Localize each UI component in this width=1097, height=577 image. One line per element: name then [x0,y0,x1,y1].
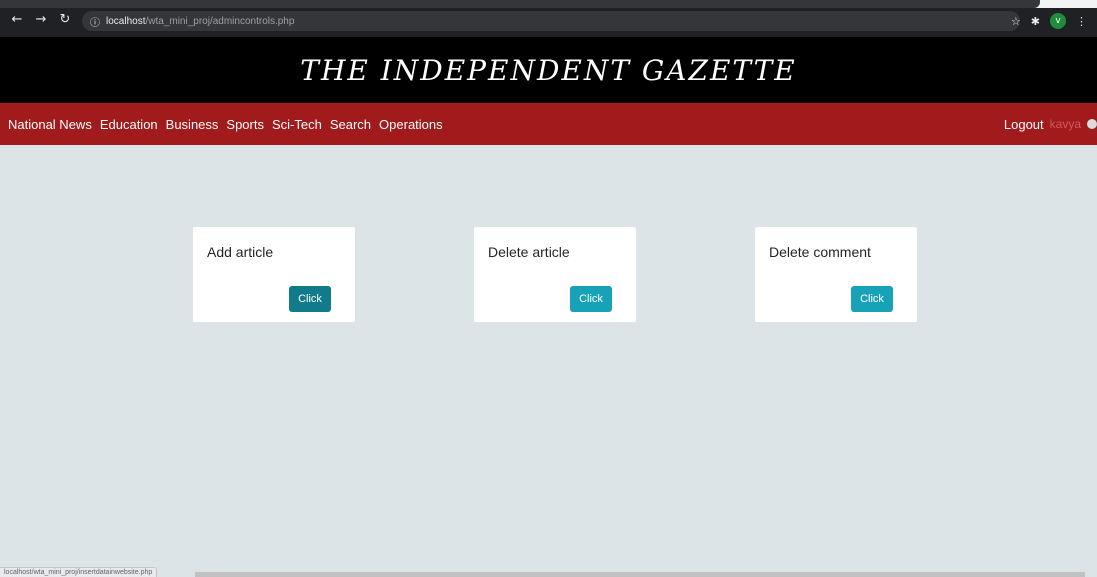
forward-icon[interactable]: → [34,13,48,27]
menu-kebab-icon[interactable]: ⋮ [1076,15,1087,28]
horizontal-scrollbar[interactable] [195,572,1085,577]
tab-strip [0,0,1097,8]
nav-item-national-news[interactable]: National News [8,117,92,132]
nav-item-education[interactable]: Education [100,117,158,132]
url-path: /wta_mini_proj/admincontrols.php [145,15,295,27]
extensions-puzzle-icon[interactable]: ✱ [1031,15,1040,28]
card-heading: Delete comment [769,244,871,260]
add-article-card: Add article Click [193,227,355,322]
delete-comment-card: Delete comment Click [755,227,917,322]
browser-actions: ☆ ✱ v ⋮ [1011,13,1087,29]
main-navbar: National News Education Business Sports … [0,103,1097,145]
username: kavya [1049,117,1081,131]
profile-avatar[interactable]: v [1050,13,1066,29]
card-heading: Add article [207,244,274,260]
address-bar[interactable]: ⓘ localhost /wta_mini_proj/admincontrols… [82,11,1020,31]
delete-comment-button[interactable]: Click [851,286,893,312]
site-title: THE INDEPENDENT GAZETTE [300,53,797,87]
delete-article-card: Delete article Click [474,227,636,322]
user-area: Logout kavya [1004,103,1097,145]
status-bar-url: localhost/wta_mini_proj/insertdatainwebs… [0,567,158,577]
site-info-icon[interactable]: ⓘ [90,14,100,29]
nav-item-search[interactable]: Search [330,117,371,132]
site-masthead: THE INDEPENDENT GAZETTE [0,37,1097,103]
nav-item-sci-tech[interactable]: Sci-Tech [272,117,322,132]
back-icon[interactable]: ← [10,13,24,27]
browser-chrome: ← → ↻ ⓘ localhost /wta_mini_proj/adminco… [0,0,1097,37]
bookmark-star-icon[interactable]: ☆ [1011,15,1021,28]
reload-icon[interactable]: ↻ [58,13,72,27]
url-host: localhost [106,15,146,27]
card-heading: Delete article [488,244,570,260]
browser-nav-buttons: ← → ↻ [10,13,72,27]
add-article-button[interactable]: Click [289,286,331,312]
nav-item-business[interactable]: Business [166,117,219,132]
nav-item-operations[interactable]: Operations [379,117,443,132]
logout-link[interactable]: Logout [1004,117,1044,132]
nav-item-sports[interactable]: Sports [226,117,264,132]
user-icon [1087,119,1097,129]
delete-article-button[interactable]: Click [570,286,612,312]
nav-links: National News Education Business Sports … [8,117,443,132]
